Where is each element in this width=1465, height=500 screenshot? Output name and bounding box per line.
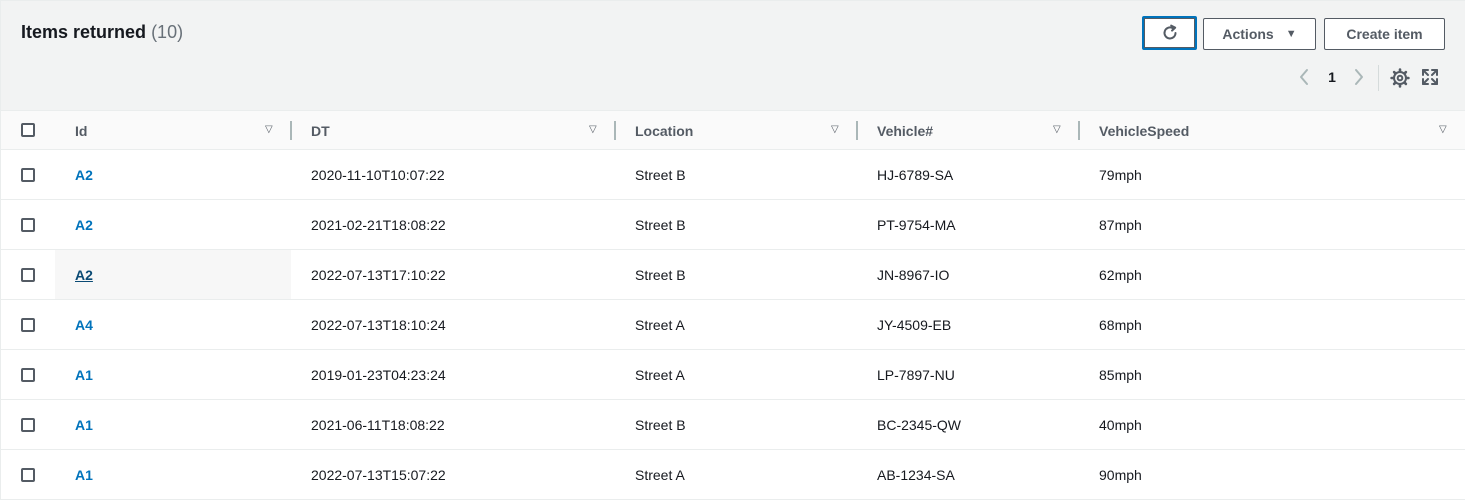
- vehicle-cell: HJ-6789-SA: [877, 166, 954, 183]
- speed-cell: 90mph: [1099, 466, 1142, 483]
- item-id-link[interactable]: A1: [75, 450, 93, 499]
- vehicle-cell: PT-9754-MA: [877, 216, 956, 233]
- item-id-link[interactable]: A2: [75, 200, 93, 249]
- dt-cell: 2022-07-13T15:07:22: [311, 466, 446, 483]
- sort-triangle-icon[interactable]: ▽: [265, 124, 277, 136]
- panel-title: Items returned (10): [21, 22, 183, 43]
- chevron-left-icon[interactable]: [1296, 67, 1312, 89]
- table-row: A1 2021-06-11T18:08:22 Street B BC-2345-…: [1, 400, 1465, 450]
- vehicle-cell: BC-2345-QW: [877, 416, 962, 433]
- chevron-right-icon[interactable]: [1351, 67, 1367, 89]
- dt-cell: 2021-06-11T18:08:22: [311, 416, 445, 433]
- location-cell: Street B: [635, 416, 686, 433]
- row-checkbox[interactable]: [21, 168, 35, 182]
- row-checkbox[interactable]: [21, 468, 35, 482]
- vehicle-cell: JY-4509-EB: [877, 316, 952, 333]
- refresh-button[interactable]: [1142, 16, 1197, 50]
- speed-cell: 79mph: [1099, 166, 1142, 183]
- vehicle-cell: AB-1234-SA: [877, 466, 955, 483]
- sort-triangle-icon[interactable]: ▽: [1053, 124, 1065, 136]
- column-header-vehicle[interactable]: Vehicle#: [877, 111, 933, 150]
- dt-cell: 2020-11-10T10:07:22: [311, 166, 445, 183]
- table-row: A2 2021-02-21T18:08:22 Street B PT-9754-…: [1, 200, 1465, 250]
- sort-triangle-icon[interactable]: ▽: [1439, 124, 1451, 136]
- location-cell: Street B: [635, 266, 686, 283]
- speed-cell: 40mph: [1099, 416, 1142, 433]
- column-header-id[interactable]: Id: [75, 111, 87, 150]
- caret-down-icon: ▼: [1285, 28, 1297, 40]
- page-number[interactable]: 1: [1324, 69, 1340, 85]
- table-row: A2 2020-11-10T10:07:22 Street B HJ-6789-…: [1, 150, 1465, 200]
- actions-dropdown-button[interactable]: Actions ▼: [1203, 18, 1316, 50]
- column-header-dt[interactable]: DT: [311, 111, 330, 150]
- panel-header: Items returned (10) Actions ▼ Create ite…: [1, 1, 1465, 111]
- create-item-button[interactable]: Create item: [1324, 18, 1445, 50]
- dt-cell: 2019-01-23T04:23:24: [311, 366, 446, 383]
- location-cell: Street A: [635, 366, 685, 383]
- speed-cell: 87mph: [1099, 216, 1142, 233]
- vehicle-cell: JN-8967-IO: [877, 266, 950, 283]
- expand-icon[interactable]: [1421, 68, 1439, 86]
- speed-cell: 68mph: [1099, 316, 1142, 333]
- table-row: A4 2022-07-13T18:10:24 Street A JY-4509-…: [1, 300, 1465, 350]
- table-header: Id ▽ DT ▽ Location ▽ Vehicle# ▽ VehicleS…: [1, 111, 1465, 150]
- location-cell: Street A: [635, 466, 685, 483]
- item-id-link[interactable]: A1: [75, 400, 93, 449]
- item-id-link[interactable]: A1: [75, 350, 93, 399]
- column-resize-handle[interactable]: [856, 121, 858, 140]
- item-id-link[interactable]: A2: [75, 150, 93, 199]
- select-all-checkbox[interactable]: [21, 123, 35, 137]
- column-header-vehiclespeed[interactable]: VehicleSpeed: [1099, 111, 1189, 150]
- item-id-link[interactable]: A2: [75, 250, 93, 299]
- speed-cell: 85mph: [1099, 366, 1142, 383]
- item-id-link[interactable]: A4: [75, 300, 93, 349]
- table-row: A2 2022-07-13T17:10:22 Street B JN-8967-…: [1, 250, 1465, 300]
- row-checkbox[interactable]: [21, 318, 35, 332]
- items-panel: Items returned (10) Actions ▼ Create ite…: [0, 0, 1465, 500]
- dt-cell: 2022-07-13T17:10:22: [311, 266, 446, 283]
- speed-cell: 62mph: [1099, 266, 1142, 283]
- table-row: A1 2022-07-13T15:07:22 Street A AB-1234-…: [1, 450, 1465, 500]
- item-count: (10): [151, 22, 184, 42]
- column-resize-handle[interactable]: [290, 121, 292, 140]
- sort-triangle-icon[interactable]: ▽: [831, 124, 843, 136]
- location-cell: Street A: [635, 316, 685, 333]
- row-checkbox[interactable]: [21, 218, 35, 232]
- column-header-location[interactable]: Location: [635, 111, 693, 150]
- location-cell: Street B: [635, 166, 686, 183]
- gear-icon[interactable]: [1390, 68, 1410, 88]
- dt-cell: 2021-02-21T18:08:22: [311, 216, 446, 233]
- location-cell: Street B: [635, 216, 686, 233]
- pagination-divider: [1378, 65, 1379, 91]
- actions-label: Actions: [1222, 26, 1274, 42]
- sort-triangle-icon[interactable]: ▽: [589, 124, 601, 136]
- refresh-icon: [1163, 24, 1176, 40]
- create-item-label: Create item: [1346, 26, 1423, 42]
- row-checkbox[interactable]: [21, 368, 35, 382]
- column-resize-handle[interactable]: [614, 121, 616, 140]
- column-resize-handle[interactable]: [1078, 121, 1080, 140]
- row-checkbox[interactable]: [21, 268, 35, 282]
- title-text: Items returned: [21, 22, 147, 42]
- table-row: A1 2019-01-23T04:23:24 Street A LP-7897-…: [1, 350, 1465, 400]
- dt-cell: 2022-07-13T18:10:24: [311, 316, 446, 333]
- row-checkbox[interactable]: [21, 418, 35, 432]
- vehicle-cell: LP-7897-NU: [877, 366, 955, 383]
